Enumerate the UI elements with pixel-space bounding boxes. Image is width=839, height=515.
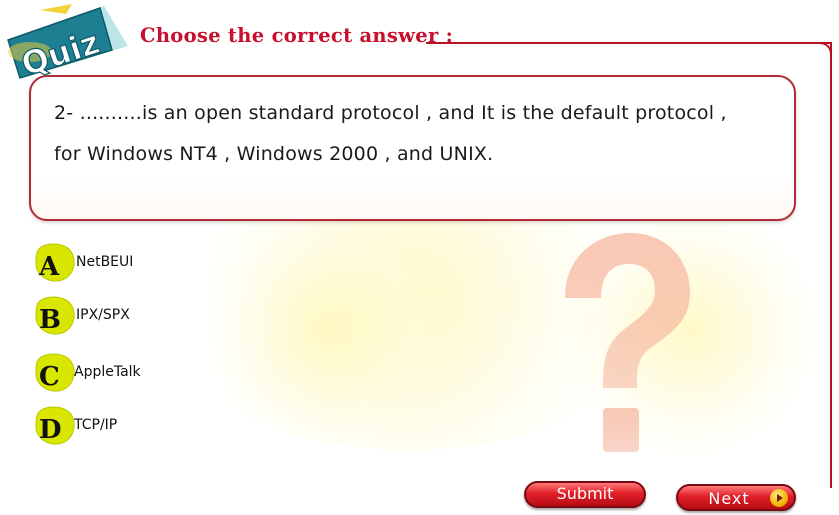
answer-option-d[interactable]: D TCP/IP bbox=[34, 403, 234, 447]
question-text-line-2: for Windows NT4 , Windows 2000 , and UNI… bbox=[54, 143, 494, 165]
next-button[interactable]: Next bbox=[676, 484, 796, 511]
answer-label: IPX/SPX bbox=[76, 307, 130, 323]
page-title: Choose the correct answer : bbox=[140, 24, 454, 47]
answer-option-a[interactable]: A NetBEUI bbox=[34, 240, 234, 284]
svg-text:C: C bbox=[39, 362, 60, 392]
background-glow bbox=[200, 230, 460, 430]
question-mark-icon bbox=[565, 233, 690, 452]
svg-text:A: A bbox=[38, 252, 60, 282]
frame-divider bbox=[426, 42, 832, 44]
answer-option-c[interactable]: C AppleTalk bbox=[34, 350, 234, 394]
svg-text:B: B bbox=[39, 305, 61, 335]
answer-label: AppleTalk bbox=[74, 364, 141, 380]
next-button-label: Next bbox=[708, 489, 750, 508]
question-text-line-1: 2- ..........is an open standard protoco… bbox=[54, 102, 727, 124]
play-arrow-icon bbox=[770, 489, 788, 507]
frame-divider bbox=[830, 42, 832, 488]
answer-label: TCP/IP bbox=[74, 417, 118, 433]
answer-letter-d-icon: D bbox=[35, 406, 75, 445]
answer-letter-b-icon: B bbox=[35, 296, 75, 335]
answer-letter-c-icon: C bbox=[35, 353, 75, 392]
submit-button[interactable]: Submit bbox=[524, 481, 646, 508]
svg-text:D: D bbox=[39, 415, 62, 445]
quiz-badge-icon: Quiz bbox=[7, 4, 128, 80]
question-box: 2- ..........is an open standard protoco… bbox=[29, 75, 796, 221]
answer-letter-a-icon: A bbox=[35, 243, 75, 282]
answer-option-b[interactable]: B IPX/SPX bbox=[34, 293, 234, 337]
answer-label: NetBEUI bbox=[76, 254, 134, 270]
